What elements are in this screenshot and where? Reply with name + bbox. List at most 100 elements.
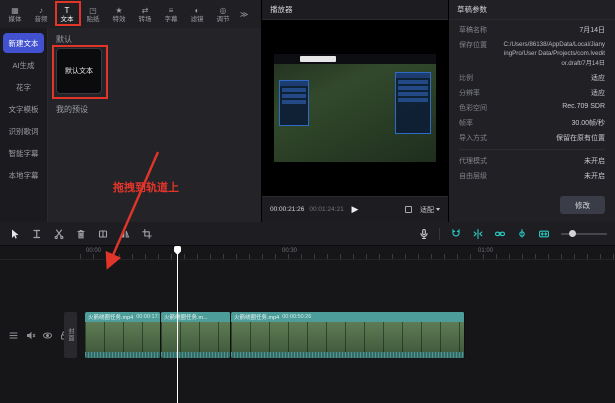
param-row-save-location: 保存位置 C:/Users/86138/AppData/Local/Jianyi… xyxy=(459,40,605,68)
fullscreen-icon[interactable] xyxy=(405,206,412,213)
linkage-icon[interactable] xyxy=(493,227,506,240)
tab-audio[interactable]: ♪ 音频 xyxy=(28,6,54,23)
main-video-track: 火箭绕圈任务.mp4 00:00:17:13 火箭绕圈任务.m... xyxy=(85,312,465,358)
timeline-fit-icon[interactable] xyxy=(537,227,550,240)
param-label: 比例 xyxy=(459,73,473,83)
preview-window-row xyxy=(398,80,428,84)
clip-thumbnails xyxy=(85,322,160,352)
sidebar-item-auto-captions[interactable]: 智能字幕 xyxy=(3,143,44,163)
split-icon[interactable] xyxy=(52,227,65,240)
delete-icon[interactable] xyxy=(74,227,87,240)
tab-audio-label: 音频 xyxy=(35,16,48,23)
sidebar-item-local-captions[interactable]: 本地字幕 xyxy=(3,165,44,185)
cover-button[interactable]: 封面 xyxy=(64,312,77,358)
param-label: 分辨率 xyxy=(459,88,480,98)
param-row-color-space: 色彩空间 Rec.709 SDR xyxy=(459,103,605,113)
param-row-import-mode: 导入方式 保留在原有位置 xyxy=(459,133,605,143)
timeline-tracks[interactable]: 封面 火箭绕圈任务.mp4 00:00:17:13 火箭绕圈任务.m... xyxy=(0,260,615,403)
video-clip-1[interactable]: 火箭绕圈任务.mp4 00:00:17:13 xyxy=(85,312,161,358)
asset-panel: ▦ 媒体 ♪ 音频 T 文本 ◳ 贴纸 ★ 特效 xyxy=(0,0,262,222)
adjust-icon: ◎ xyxy=(220,6,227,15)
preview-window-row xyxy=(398,86,428,90)
clip-duration: 00:00:17:13 xyxy=(136,314,160,320)
param-value: 未开启 xyxy=(584,171,605,181)
fit-ratio-dropdown[interactable]: 适配 xyxy=(420,205,440,215)
sidebar-item-text-templates[interactable]: 文字模板 xyxy=(3,99,44,119)
play-button[interactable]: ▶ xyxy=(352,205,359,214)
tab-media[interactable]: ▦ 媒体 xyxy=(2,6,28,23)
param-label: 保存位置 xyxy=(459,40,487,50)
tab-sticker[interactable]: ◳ 贴纸 xyxy=(80,6,106,23)
param-row-resolution: 分辨率 适应 xyxy=(459,88,605,98)
tab-adjust[interactable]: ◎ 调节 xyxy=(210,6,236,23)
tab-sticker-label: 贴纸 xyxy=(87,16,100,23)
chevron-down-icon xyxy=(436,208,440,211)
param-label: 帧率 xyxy=(459,118,473,128)
microphone-icon[interactable] xyxy=(417,227,430,240)
fit-ratio-label: 适配 xyxy=(420,205,434,215)
auto-snap-icon[interactable] xyxy=(471,227,484,240)
mute-track-icon[interactable] xyxy=(25,330,36,341)
clip-audio-strip xyxy=(231,352,464,358)
timeline-region: 00:00 00:30 01:00 封面 xyxy=(0,222,615,403)
clip-header: 火箭绕圈任务.mp4 00:00:50:26 xyxy=(231,312,464,322)
tab-transitions[interactable]: ⇄ 转场 xyxy=(132,6,158,23)
sidebar-item-fancy-text[interactable]: 花字 xyxy=(3,77,44,97)
default-text-card[interactable]: 默认文本 xyxy=(56,48,102,94)
sidebar-item-new-text[interactable]: 新建文本 xyxy=(3,33,44,53)
crop-icon[interactable] xyxy=(140,227,153,240)
zoom-slider-knob[interactable] xyxy=(569,230,576,237)
draft-params-body: 草稿名称 7月14日 保存位置 C:/Users/86138/AppData/L… xyxy=(449,20,615,222)
player-controls: 00:00:21:26 00:01:24:21 ▶ 适配 xyxy=(262,196,448,222)
tab-adjust-label: 调节 xyxy=(217,16,230,23)
clip-thumbnails xyxy=(231,322,464,352)
mirror-icon[interactable] xyxy=(118,227,131,240)
param-value: 30.00帧/秒 xyxy=(572,118,605,128)
video-clip-2[interactable]: 火箭绕圈任务.m... xyxy=(161,312,231,358)
timeline-ruler[interactable]: 00:00 00:30 01:00 xyxy=(0,246,615,260)
preview-axis-icon[interactable] xyxy=(515,227,528,240)
clip-thumbnails xyxy=(161,322,230,352)
video-preview-area[interactable] xyxy=(262,20,448,196)
param-value: 保留在原有位置 xyxy=(556,133,605,143)
video-frame xyxy=(274,54,436,162)
timeline-zoom-slider[interactable] xyxy=(561,233,607,235)
tab-text[interactable]: T 文本 xyxy=(54,6,80,23)
tab-filters[interactable]: ◐ 滤镜 xyxy=(184,6,210,23)
tab-transitions-label: 转场 xyxy=(139,16,152,23)
tab-effects[interactable]: ★ 特效 xyxy=(106,6,132,23)
preview-window-row xyxy=(398,92,428,96)
playhead-line[interactable] xyxy=(177,246,178,403)
captions-icon: ≡ xyxy=(169,6,174,15)
freeze-frame-icon[interactable] xyxy=(96,227,109,240)
ruler-label: 01:00 xyxy=(478,248,493,254)
audio-icon: ♪ xyxy=(39,6,43,15)
clip-audio-strip xyxy=(85,352,160,358)
clip-header: 火箭绕圈任务.mp4 00:00:17:13 xyxy=(85,312,160,322)
section-default-label: 默认 xyxy=(56,34,72,45)
preview-window-row xyxy=(282,88,306,92)
blade-tool-icon[interactable] xyxy=(30,227,43,240)
filters-icon: ◐ xyxy=(195,6,200,15)
tab-effects-label: 特效 xyxy=(113,16,126,23)
video-clip-3[interactable]: 火箭绕圈任务.mp4 00:00:50:26 xyxy=(231,312,465,358)
param-row-framerate: 帧率 30.00帧/秒 xyxy=(459,118,605,128)
select-tool-icon[interactable] xyxy=(8,227,21,240)
preview-floating-window-right xyxy=(395,72,431,134)
tab-captions[interactable]: ≡ 字幕 xyxy=(158,6,184,23)
sidebar-item-lyrics-recognition[interactable]: 识别歌词 xyxy=(3,121,44,141)
top-region: ▦ 媒体 ♪ 音频 T 文本 ◳ 贴纸 ★ 特效 xyxy=(0,0,615,222)
modify-button[interactable]: 修改 xyxy=(560,196,605,214)
hide-track-icon[interactable] xyxy=(42,330,53,341)
main-track-magnet-icon[interactable] xyxy=(449,227,462,240)
param-row-draft-name: 草稿名称 7月14日 xyxy=(459,25,605,35)
param-label: 代理模式 xyxy=(459,156,487,166)
text-panel-body: 新建文本 AI生成 花字 文字模板 识别歌词 智能字幕 本地字幕 默认 默认文本… xyxy=(0,28,261,222)
tab-media-label: 媒体 xyxy=(9,16,22,23)
sidebar-item-ai-generate[interactable]: AI生成 xyxy=(3,55,44,75)
cover-button-label: 封面 xyxy=(66,328,75,342)
tabs-overflow-icon[interactable]: ≫ xyxy=(236,10,252,19)
track-menu-icon[interactable] xyxy=(8,330,19,341)
param-label: 导入方式 xyxy=(459,133,487,143)
param-row-proxy-mode: 代理模式 未开启 xyxy=(459,156,605,166)
